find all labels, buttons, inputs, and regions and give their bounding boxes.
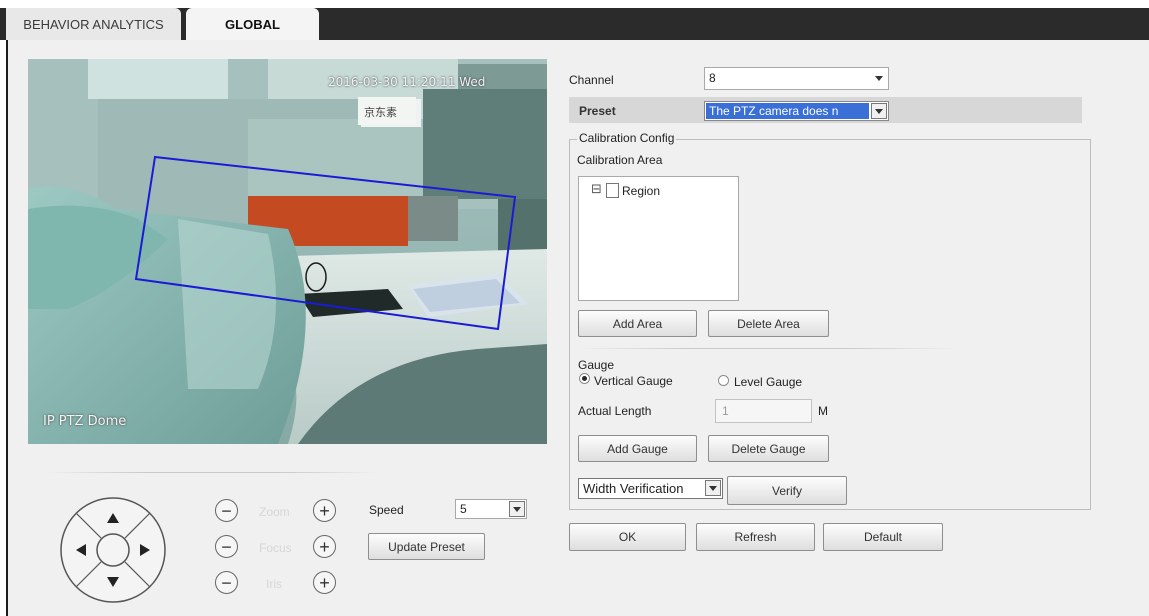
channel-select[interactable]: 8 [704, 67, 889, 90]
ok-button[interactable]: OK [569, 523, 686, 551]
update-preset-button[interactable]: Update Preset [368, 533, 485, 560]
video-timestamp: 2016-03-30 11:20:11 Wed [328, 75, 486, 89]
chevron-down-icon [509, 501, 525, 517]
calibration-area-label: Calibration Area [577, 153, 663, 167]
preset-value: The PTZ camera does n [706, 103, 869, 119]
calibration-config-legend: Calibration Config [577, 131, 677, 145]
gauge-label: Gauge [578, 358, 615, 372]
preset-label: Preset [579, 104, 616, 118]
actual-length-unit: M [818, 404, 828, 418]
speed-select[interactable]: 5 [455, 499, 527, 519]
speed-label: Speed [369, 503, 404, 517]
add-gauge-button[interactable]: Add Gauge [578, 435, 697, 462]
focus-near-button[interactable]: − [215, 535, 238, 558]
tree-item-region[interactable]: Region [622, 184, 660, 198]
camera-name-overlay: IP PTZ Dome [43, 414, 127, 429]
add-area-button[interactable]: Add Area [578, 310, 697, 337]
default-button[interactable]: Default [823, 523, 943, 551]
channel-value: 8 [709, 71, 716, 85]
camera-scene: 京东素 [28, 59, 547, 444]
zoom-label: Zoom [259, 505, 290, 519]
chevron-down-icon [871, 103, 887, 119]
actual-length-label: Actual Length [578, 404, 652, 418]
delete-gauge-button[interactable]: Delete Gauge [708, 435, 829, 462]
delete-area-button[interactable]: Delete Area [708, 310, 829, 337]
verification-value: Width Verification [583, 481, 684, 496]
level-gauge-radio[interactable] [718, 375, 729, 386]
verify-button[interactable]: Verify [727, 476, 847, 505]
chevron-down-icon [871, 70, 887, 86]
iris-label: Iris [266, 577, 282, 591]
gauge-divider [577, 348, 957, 349]
focus-far-button[interactable]: + [313, 535, 336, 558]
ptz-direction-pad[interactable] [58, 495, 168, 605]
file-icon [606, 183, 619, 198]
tab-behavior-analytics[interactable]: BEHAVIOR ANALYTICS [6, 8, 181, 40]
vertical-gauge-radio[interactable] [579, 373, 590, 384]
actual-length-input[interactable]: 1 [715, 399, 812, 423]
calibration-area-tree[interactable]: ⊟ Region [578, 176, 739, 301]
sign-text: 京东素 [364, 105, 397, 119]
iris-close-button[interactable]: − [215, 571, 238, 594]
ptz-divider [45, 472, 380, 473]
level-gauge-label: Level Gauge [734, 375, 803, 389]
vertical-gauge-label: Vertical Gauge [594, 374, 673, 388]
collapse-icon[interactable]: ⊟ [591, 181, 602, 197]
tab-global[interactable]: GLOBAL [186, 8, 319, 40]
channel-label: Channel [569, 73, 614, 87]
preset-select[interactable]: The PTZ camera does n [704, 101, 889, 121]
refresh-button[interactable]: Refresh [696, 523, 815, 551]
verification-select[interactable]: Width Verification [578, 478, 723, 499]
speed-value: 5 [460, 502, 467, 516]
iris-open-button[interactable]: + [313, 571, 336, 594]
video-preview[interactable]: 京东素 [28, 59, 547, 444]
focus-label: Focus [259, 541, 292, 555]
zoom-in-button[interactable]: + [313, 499, 336, 522]
chevron-down-icon [705, 480, 721, 496]
zoom-out-button[interactable]: − [215, 499, 238, 522]
